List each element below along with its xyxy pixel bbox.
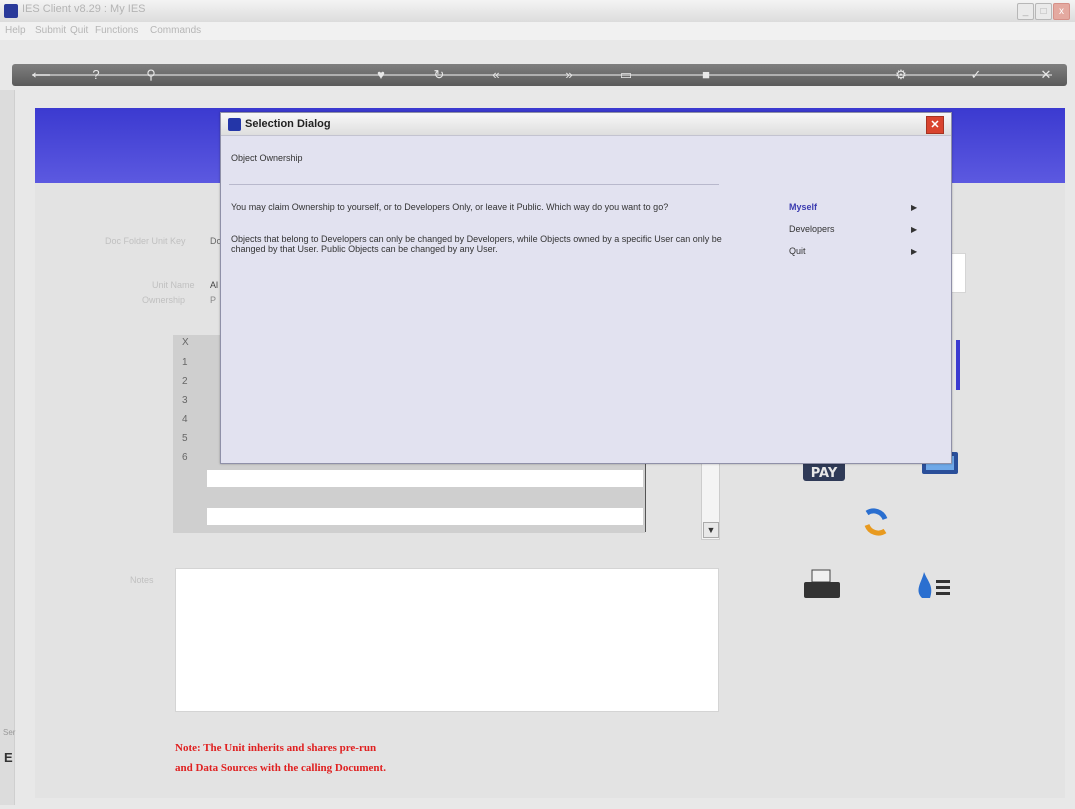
option-developers-arrow-icon: ▶ [911, 225, 918, 234]
right-field[interactable] [951, 253, 966, 293]
unit-name-value[interactable]: Al [210, 280, 218, 290]
refresh-icon[interactable]: ↻ [430, 66, 448, 84]
dialog-close-button[interactable]: ✕ [926, 116, 944, 134]
unit-name-label: Unit Name [152, 280, 195, 290]
table-row[interactable] [207, 470, 643, 487]
cancel-icon[interactable]: ✕ [1037, 66, 1055, 84]
ownership-value[interactable]: P [210, 295, 216, 305]
app-icon [4, 4, 18, 18]
window-title: IES Client v8.29 : My IES [22, 3, 146, 15]
scroll-down-button[interactable]: ▼ [703, 522, 719, 538]
note-line-2: and Data Sources with the calling Docume… [175, 762, 386, 774]
grid-header: X [182, 337, 189, 348]
table-row[interactable] [207, 508, 643, 525]
side-panel [0, 90, 15, 805]
doc-folder-label: Doc Folder Unit Key [105, 236, 186, 246]
option-quit-arrow-icon: ▶ [911, 247, 918, 256]
window-titlebar [0, 0, 1075, 23]
side-char: E [4, 750, 13, 765]
page-icon[interactable]: ▭ [617, 66, 635, 84]
notes-textarea[interactable] [175, 568, 719, 712]
maximize-button[interactable]: □ [1035, 3, 1052, 20]
dialog-icon [228, 118, 241, 131]
stop-icon[interactable]: ■ [697, 66, 715, 84]
grid-row-number: 2 [182, 376, 188, 387]
notes-label: Notes [130, 575, 154, 585]
sync-icon[interactable] [855, 505, 899, 536]
rewind-icon[interactable]: « [487, 66, 505, 84]
grid-row-number: 6 [182, 452, 188, 463]
dialog-heading: Object Ownership [231, 153, 303, 163]
side-label: Ser [3, 728, 16, 737]
option-quit[interactable]: Quit [789, 246, 806, 256]
grid-row-number: 5 [182, 433, 188, 444]
selection-dialog: Selection Dialog ✕ Object Ownership You … [220, 112, 952, 464]
menu-functions[interactable]: Functions [95, 25, 138, 36]
grid-row-number: 4 [182, 414, 188, 425]
heart-icon[interactable]: ♥ [372, 66, 390, 84]
back-icon[interactable]: ⟵ [32, 66, 51, 84]
flame-list-icon[interactable] [912, 568, 956, 598]
close-window-button[interactable]: x [1053, 3, 1070, 20]
search-icon[interactable]: ⚲ [142, 66, 160, 84]
option-myself[interactable]: Myself [789, 202, 817, 212]
grid-row-number: 3 [182, 395, 188, 406]
svg-text:PAY: PAY [811, 466, 838, 481]
help-icon[interactable]: ? [87, 66, 105, 84]
link-strip[interactable] [956, 340, 960, 390]
toolbar: ⟵ ? ⚲ ♥ ↻ « » ▭ ■ ⚙ ✓ ✕ [12, 64, 1067, 86]
option-developers[interactable]: Developers [789, 224, 835, 234]
grid-divider [645, 460, 646, 532]
check-icon[interactable]: ✓ [967, 66, 985, 84]
grid-row-number: 1 [182, 357, 188, 368]
dialog-paragraph-2: Objects that belong to Developers can on… [231, 234, 722, 254]
printer-icon[interactable] [800, 568, 844, 598]
menu-help[interactable]: Help [5, 25, 26, 36]
minimize-button[interactable]: _ [1017, 3, 1034, 20]
forward-icon[interactable]: » [560, 66, 578, 84]
option-myself-arrow-icon: ▶ [911, 203, 918, 212]
menu-commands[interactable]: Commands [150, 25, 201, 36]
menu-submit[interactable]: Submit [35, 25, 66, 36]
ownership-label: Ownership [142, 295, 186, 305]
menu-quit[interactable]: Quit [70, 25, 88, 36]
dialog-title: Selection Dialog [245, 118, 331, 130]
dialog-separator [229, 184, 719, 185]
settings-icon[interactable]: ⚙ [892, 66, 910, 84]
dialog-paragraph-1: You may claim Ownership to yourself, or … [231, 202, 669, 212]
note-line-1: Note: The Unit inherits and shares pre-r… [175, 742, 377, 754]
